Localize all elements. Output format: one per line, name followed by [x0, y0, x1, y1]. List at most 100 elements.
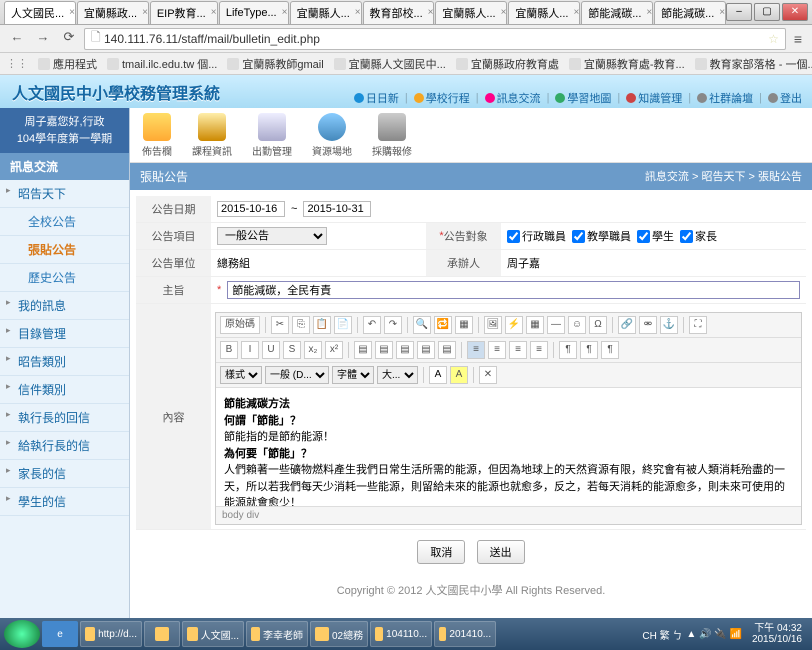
sidebar-item[interactable]: 歷史公告 — [0, 264, 129, 292]
maximize-icon[interactable]: ⛶ — [689, 316, 707, 334]
editor-format-button[interactable]: x² — [325, 341, 343, 359]
browser-tab[interactable]: 節能減碳...× — [581, 1, 653, 24]
submit-button[interactable]: 送出 — [477, 540, 525, 564]
topnav-link[interactable]: 日日新 — [354, 90, 399, 106]
tab-close-icon[interactable]: × — [282, 7, 288, 18]
lang-icon[interactable]: ¶ — [601, 341, 619, 359]
sidebar-item[interactable]: 昭告天下 — [0, 180, 129, 208]
taskbar-ie-icon[interactable]: e — [42, 621, 78, 647]
editor-dropdown[interactable]: 字體 — [332, 366, 374, 384]
toolbar-item[interactable]: 資源場地 — [312, 113, 352, 158]
bookmark-item[interactable]: 宜蘭縣教育處-教育... — [569, 56, 685, 72]
link-icon[interactable]: 🔗 — [618, 316, 636, 334]
bookmark-star-icon[interactable]: ☆ — [768, 32, 779, 46]
replace-icon[interactable]: 🔁 — [434, 316, 452, 334]
list-ol-icon[interactable]: ▤ — [354, 341, 372, 359]
browser-menu-icon[interactable]: ≡ — [790, 31, 806, 47]
quote-icon[interactable]: ▤ — [438, 341, 456, 359]
start-button[interactable] — [4, 620, 40, 648]
nav-reload-icon[interactable]: ⟳ — [58, 29, 80, 49]
tab-close-icon[interactable]: × — [355, 7, 361, 18]
taskbar-item[interactable] — [144, 621, 180, 647]
align-left-icon[interactable]: ≡ — [467, 341, 485, 359]
editor-format-button[interactable]: I — [241, 341, 259, 359]
clearformat-icon[interactable]: ✕ — [479, 366, 497, 384]
window-maximize[interactable]: ▢ — [754, 3, 780, 21]
target-checkbox[interactable]: 學生 — [637, 228, 674, 244]
align-center-icon[interactable]: ≡ — [488, 341, 506, 359]
unlink-icon[interactable]: ⚮ — [639, 316, 657, 334]
taskbar-item[interactable]: 人文國... — [182, 621, 244, 647]
paste-text-icon[interactable]: 📄 — [334, 316, 352, 334]
indent-icon[interactable]: ▤ — [417, 341, 435, 359]
toolbar-item[interactable]: 佈告欄 — [142, 113, 172, 158]
tray-icons[interactable]: ▲ 🔊 🔌 📶 — [686, 629, 742, 640]
browser-tab[interactable]: 教育部校...× — [363, 1, 435, 24]
taskbar-item[interactable]: 104110... — [370, 621, 432, 647]
editor-dropdown[interactable]: 樣式 — [220, 366, 262, 384]
target-checkbox[interactable]: 家長 — [680, 228, 717, 244]
editor-format-button[interactable]: U — [262, 341, 280, 359]
sidebar-item[interactable]: 張貼公告 — [0, 236, 129, 264]
editor-format-button[interactable]: B — [220, 341, 238, 359]
tab-close-icon[interactable]: × — [142, 7, 148, 18]
browser-tab[interactable]: 節能減碳...× — [654, 1, 726, 24]
browser-tab[interactable]: 宜蘭縣人...× — [290, 1, 362, 24]
topnav-link[interactable]: 知識管理 — [626, 90, 682, 106]
tab-close-icon[interactable]: × — [211, 7, 217, 18]
browser-tab[interactable]: 人文國民...× — [4, 1, 76, 24]
sidebar-item[interactable]: 給執行長的信 — [0, 432, 129, 460]
item-select[interactable]: 一般公告 — [217, 227, 327, 245]
align-right-icon[interactable]: ≡ — [509, 341, 527, 359]
rtl-icon[interactable]: ¶ — [580, 341, 598, 359]
selectall-icon[interactable]: ▦ — [455, 316, 473, 334]
paste-icon[interactable]: 📋 — [313, 316, 331, 334]
textcolor-icon[interactable]: A — [429, 366, 447, 384]
ime-indicator[interactable]: CH 繁 ㄅ — [642, 627, 682, 642]
editor-source-button[interactable]: 原始碼 — [220, 316, 260, 334]
nav-forward-icon[interactable]: → — [32, 29, 54, 49]
window-minimize[interactable]: – — [726, 3, 752, 21]
table-icon[interactable]: ▦ — [526, 316, 544, 334]
browser-tab[interactable]: 宜蘭縣人...× — [508, 1, 580, 24]
bgcolor-icon[interactable]: A — [450, 366, 468, 384]
editor-format-button[interactable]: x₂ — [304, 341, 322, 359]
tray-clock[interactable]: 下午 04:32 2015/10/16 — [746, 623, 808, 645]
image-icon[interactable]: 🖼 — [484, 316, 502, 334]
window-close[interactable]: ✕ — [782, 3, 808, 21]
topnav-link[interactable]: 學校行程 — [414, 90, 470, 106]
topnav-link[interactable]: 學習地圖 — [555, 90, 611, 106]
sidebar-item[interactable]: 家長的信 — [0, 460, 129, 488]
target-checkbox[interactable]: 教學職員 — [572, 228, 631, 244]
toolbar-item[interactable]: 課程資訊 — [192, 113, 232, 158]
browser-tab[interactable]: 宜蘭縣政...× — [77, 1, 149, 24]
taskbar-item[interactable]: 201410... — [434, 621, 496, 647]
sidebar-item[interactable]: 全校公告 — [0, 208, 129, 236]
flash-icon[interactable]: ⚡ — [505, 316, 523, 334]
cut-icon[interactable]: ✂ — [271, 316, 289, 334]
tab-close-icon[interactable]: × — [646, 7, 652, 18]
editor-dropdown[interactable]: 大... — [377, 366, 418, 384]
tab-close-icon[interactable]: × — [719, 7, 725, 18]
anchor-icon[interactable]: ⚓ — [660, 316, 678, 334]
nav-back-icon[interactable]: ← — [6, 29, 28, 49]
toolbar-item[interactable]: 出勤管理 — [252, 113, 292, 158]
bookmark-item[interactable]: 宜蘭縣人文國民中... — [334, 56, 446, 72]
undo-icon[interactable]: ↶ — [363, 316, 381, 334]
tab-close-icon[interactable]: × — [69, 7, 75, 18]
align-justify-icon[interactable]: ≡ — [530, 341, 548, 359]
taskbar-item[interactable]: 02總務 — [310, 621, 368, 647]
tab-close-icon[interactable]: × — [428, 7, 434, 18]
bookmark-item[interactable]: tmail.ilc.edu.tw 個... — [107, 56, 217, 72]
bookmark-item[interactable]: 宜蘭縣教師gmail — [227, 56, 323, 72]
sidebar-item[interactable]: 信件類別 — [0, 376, 129, 404]
cancel-button[interactable]: 取消 — [417, 540, 465, 564]
smiley-icon[interactable]: ☺ — [568, 316, 586, 334]
subject-input[interactable] — [227, 281, 800, 299]
tab-close-icon[interactable]: × — [573, 7, 579, 18]
url-input[interactable]: 🗋 140.111.76.11/staff/mail/bulletin_edit… — [84, 28, 786, 50]
browser-tab[interactable]: LifeType...× — [219, 1, 289, 24]
topnav-link[interactable]: 登出 — [768, 90, 802, 106]
bookmark-item[interactable]: 教育家部落格 - 一個... — [695, 56, 812, 72]
sidebar-item[interactable]: 執行長的回信 — [0, 404, 129, 432]
